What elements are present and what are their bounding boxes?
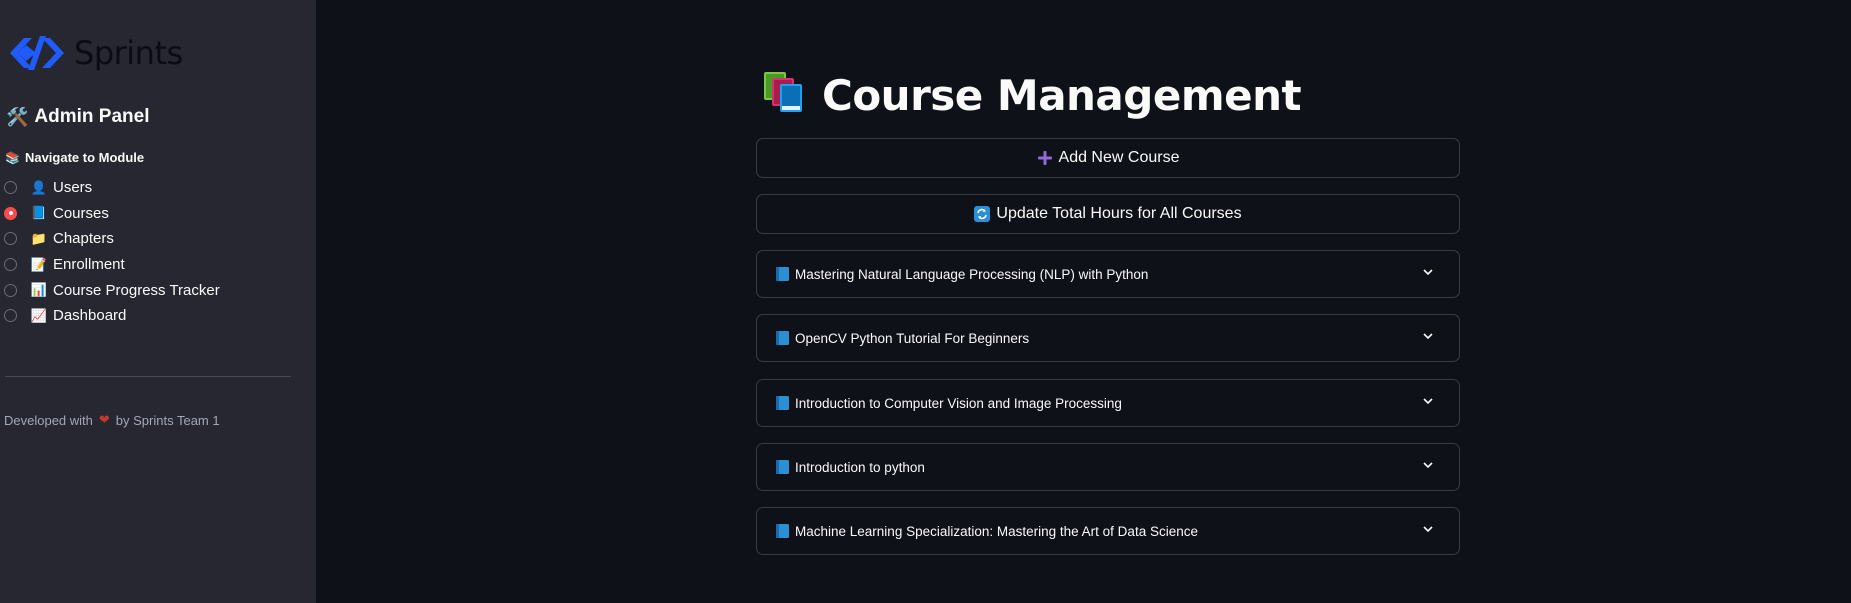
add-new-course-label: Add New Course: [1058, 149, 1180, 166]
sidebar-divider: [5, 376, 291, 377]
blue-book-icon: [776, 267, 789, 281]
navigate-label: 📚 Navigate to Module: [5, 150, 144, 165]
bar-chart-icon: 📊: [30, 282, 48, 298]
course-title: Introduction to python: [795, 459, 925, 475]
update-total-hours-button[interactable]: Update Total Hours for All Courses: [756, 194, 1460, 234]
user-icon: 👤: [30, 179, 48, 195]
sidebar: Sprints 🛠️ Admin Panel 📚 Navigate to Mod…: [0, 0, 316, 603]
radio-button-selected[interactable]: [4, 206, 17, 220]
course-expander[interactable]: Introduction to python: [756, 443, 1460, 491]
update-total-hours-label: Update Total Hours for All Courses: [996, 205, 1242, 222]
course-expander[interactable]: OpenCV Python Tutorial For Beginners: [756, 314, 1460, 362]
chevron-down-icon: [1422, 459, 1434, 474]
radio-button[interactable]: [4, 232, 17, 246]
plus-icon: [1037, 150, 1053, 166]
radio-item-courses[interactable]: 📘 Courses: [4, 201, 220, 227]
chevron-down-icon: [1422, 395, 1434, 410]
radio-label: Dashboard: [53, 307, 127, 325]
chart-increasing-icon: 📈: [30, 307, 48, 323]
radio-item-chapters[interactable]: 📁 Chapters: [4, 226, 220, 252]
radio-item-users[interactable]: 👤 Users: [4, 175, 220, 201]
blue-book-icon: 📘: [30, 205, 48, 221]
radio-label: Course Progress Tracker: [53, 281, 220, 299]
logo-text: Sprints: [74, 34, 183, 72]
hammer-wrench-icon: 🛠️: [6, 106, 29, 127]
radio-item-enrollment[interactable]: 📝 Enrollment: [4, 252, 220, 278]
blue-book-icon: [776, 460, 789, 474]
course-expander[interactable]: Introduction to Computer Vision and Imag…: [756, 379, 1460, 427]
radio-button[interactable]: [4, 181, 17, 195]
radio-label: Users: [53, 179, 93, 197]
course-expander[interactable]: Mastering Natural Language Processing (N…: [756, 250, 1460, 298]
admin-panel-title: 🛠️ Admin Panel: [6, 106, 150, 128]
radio-label: Courses: [53, 204, 109, 222]
course-title: Mastering Natural Language Processing (N…: [795, 266, 1149, 282]
admin-panel-label: Admin Panel: [34, 106, 150, 127]
chevron-down-icon: [1422, 266, 1434, 281]
course-title: Machine Learning Specialization: Masteri…: [795, 523, 1198, 539]
radio-label: Chapters: [53, 230, 114, 248]
footer-suffix: by Sprints Team 1: [115, 412, 220, 428]
app: Sprints 🛠️ Admin Panel 📚 Navigate to Mod…: [0, 0, 1851, 603]
radio-button[interactable]: [4, 283, 17, 297]
sprints-logo[interactable]: Sprints: [6, 34, 183, 72]
radio-button[interactable]: [4, 258, 17, 272]
books-icon: 📚: [5, 150, 20, 165]
blue-book-icon: [776, 524, 789, 538]
footer-prefix: Developed with: [4, 412, 93, 428]
chevron-down-icon: [1422, 330, 1434, 345]
course-title: OpenCV Python Tutorial For Beginners: [795, 330, 1030, 346]
navigate-label-text: Navigate to Module: [24, 150, 145, 165]
add-new-course-button[interactable]: Add New Course: [756, 138, 1460, 178]
refresh-icon: [974, 206, 991, 222]
sidebar-footer: Developed with ❤ by Sprints Team 1: [4, 412, 220, 428]
page-title-text: Course Management: [822, 70, 1302, 120]
module-radio-group: 👤 Users 📘 Courses 📁 Chapters 📝 Enrollmen…: [4, 175, 220, 329]
chevron-down-icon: [1422, 523, 1434, 538]
page-title: Course Management: [762, 70, 1302, 120]
books-icon: [762, 70, 808, 120]
folder-icon: 📁: [30, 230, 48, 246]
radio-item-course-progress-tracker[interactable]: 📊 Course Progress Tracker: [4, 277, 220, 303]
radio-button[interactable]: [4, 309, 17, 323]
heart-icon: ❤: [98, 412, 110, 427]
sprints-logo-icon: [10, 36, 64, 70]
memo-icon: 📝: [30, 256, 48, 272]
course-expander[interactable]: Machine Learning Specialization: Masteri…: [756, 507, 1460, 555]
blue-book-icon: [776, 331, 789, 345]
radio-item-dashboard[interactable]: 📈 Dashboard: [4, 303, 220, 329]
radio-label: Enrollment: [53, 256, 125, 274]
course-title: Introduction to Computer Vision and Imag…: [795, 395, 1122, 411]
blue-book-icon: [776, 396, 789, 410]
